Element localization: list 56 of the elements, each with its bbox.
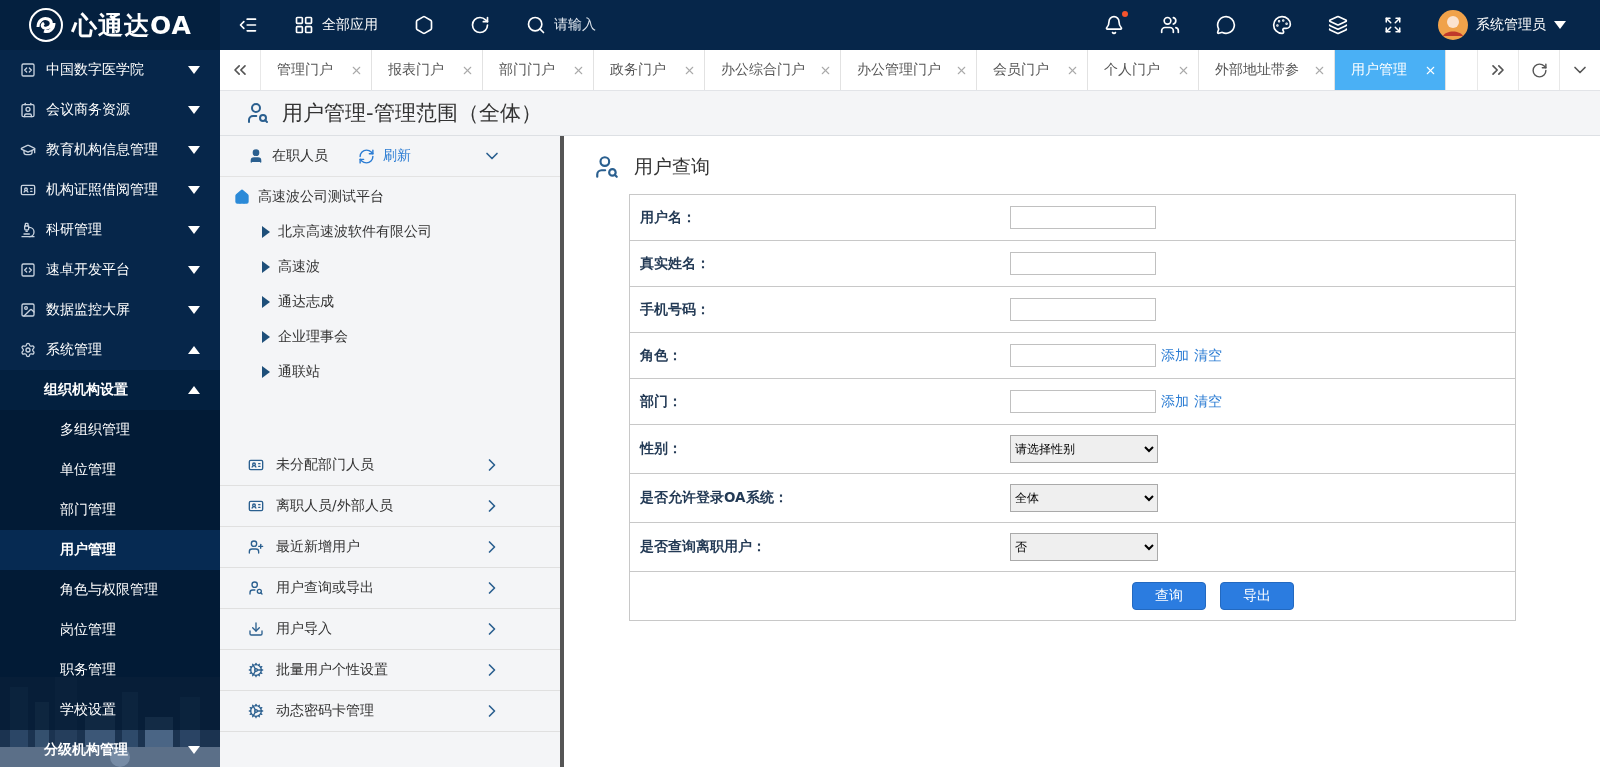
menu-item[interactable]: 未分配部门人员 [220, 445, 560, 486]
field-label: 角色： [639, 346, 683, 365]
sidebar-item[interactable]: 职务管理 [0, 650, 220, 690]
user-menu[interactable]: 系统管理员 [1420, 10, 1600, 40]
tree-node[interactable]: 高速波 [220, 249, 560, 284]
select-field[interactable]: 全体 [1010, 484, 1158, 512]
logo-text: 心通达OA [72, 9, 192, 42]
field-link[interactable]: 添加 [1161, 346, 1189, 365]
tree-root[interactable]: 高速波公司测试平台 [220, 179, 560, 214]
menu-item[interactable]: 动态密码卡管理 [220, 691, 560, 732]
field-label: 是否查询离职用户： [639, 538, 767, 556]
select-field[interactable]: 请选择性别 [1010, 435, 1158, 463]
field-link[interactable]: 添加 [1161, 392, 1189, 411]
sidebar-item[interactable]: 岗位管理 [0, 610, 220, 650]
sidebar-item[interactable]: 用户管理 [0, 530, 220, 570]
sidebar-item[interactable]: 数据监控大屏 [0, 290, 220, 330]
field-label: 手机号码： [639, 300, 711, 319]
sidebar-item[interactable]: 速卓开发平台 [0, 250, 220, 290]
menu-item[interactable]: 最近新增用户 [220, 527, 560, 568]
sidebar-item[interactable]: 科研管理 [0, 210, 220, 250]
sidebar-item[interactable]: 多组织管理 [0, 410, 220, 450]
sidebar-item[interactable]: 单位管理 [0, 450, 220, 490]
menu-item[interactable]: 用户导入 [220, 609, 560, 650]
sidebar-item[interactable]: 组织机构设置 [0, 370, 220, 410]
field-link[interactable]: 清空 [1194, 392, 1222, 411]
sidebar-item[interactable]: 会议商务资源 [0, 90, 220, 130]
panel-title: 在职人员 [272, 147, 328, 165]
all-apps-button[interactable]: 全部应用 [276, 15, 396, 35]
tree-node[interactable]: 通联站 [220, 354, 560, 389]
field-link[interactable]: 清空 [1194, 346, 1222, 365]
tree-node[interactable]: 北京高速波软件有限公司 [220, 214, 560, 249]
refresh-link[interactable]: 刷新 [383, 147, 411, 165]
sidebar-item[interactable]: 分级机构管理 [0, 730, 220, 767]
sidebar-item[interactable]: 机构证照借阅管理 [0, 170, 220, 210]
field-label: 是否允许登录OA系统： [639, 489, 789, 507]
menu-item[interactable]: 用户查询或导出 [220, 568, 560, 609]
select-field[interactable]: 否 [1010, 533, 1158, 561]
sidebar-item[interactable]: 教育机构信息管理 [0, 130, 220, 170]
sidebar-item[interactable]: 角色与权限管理 [0, 570, 220, 610]
tree-node[interactable]: 通达志成 [220, 284, 560, 319]
field-label: 部门： [639, 392, 683, 411]
form-button[interactable]: 导出 [1219, 582, 1294, 610]
form-button[interactable]: 查询 [1131, 582, 1206, 610]
menu-item[interactable]: 批量用户个性设置 [220, 650, 560, 691]
field-label: 真实姓名： [639, 254, 711, 273]
search-field[interactable]: 请输入 [508, 15, 614, 35]
sidebar-item[interactable]: 系统管理 [0, 330, 220, 370]
page-title: 用户管理-管理范围（全体） [282, 100, 542, 127]
sidebar-item[interactable]: 部门管理 [0, 490, 220, 530]
field-label: 性别： [638, 440, 683, 458]
field-label: 用户名： [639, 208, 697, 227]
form-title: 用户查询 [634, 154, 710, 179]
tree-node[interactable]: 企业理事会 [220, 319, 560, 354]
sidebar-item[interactable]: 学校设置 [0, 690, 220, 730]
sidebar-item[interactable]: 中国数字医学院 [0, 50, 220, 90]
menu-item[interactable]: 离职人员/外部人员 [220, 486, 560, 527]
